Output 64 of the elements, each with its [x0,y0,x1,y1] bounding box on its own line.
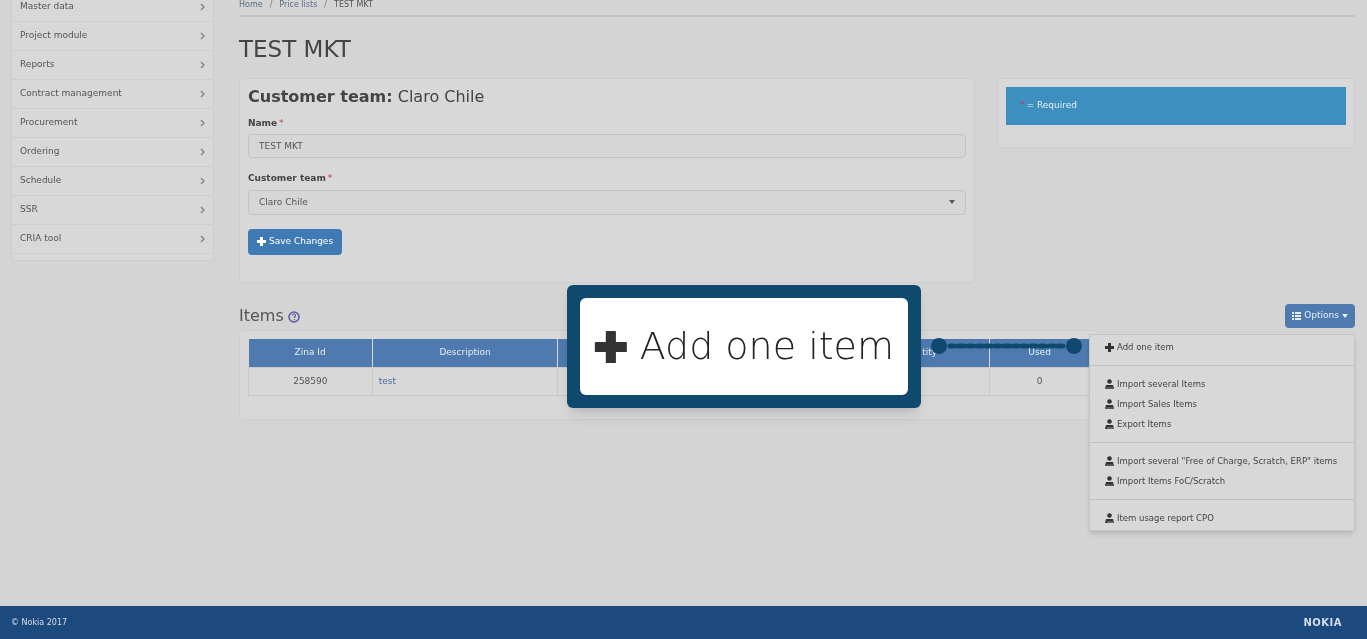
options-button[interactable]: Options [1285,303,1355,328]
chevron-icon [200,177,205,185]
column-header: Description [439,347,491,358]
brand-logo: NOKIA [1303,616,1342,630]
required-asterisk: * [1020,99,1025,112]
plus-icon [1105,342,1114,352]
name-field[interactable]: TEST MKT [248,134,966,159]
person-icon [1105,399,1114,409]
copyright-text: © Nokia 2017 [11,616,68,629]
section-title: Items [239,304,284,327]
chevron-icon [200,61,205,69]
help-icon[interactable] [287,311,300,324]
page-title: TEST MKT [239,35,352,64]
required-asterisk: * [279,116,284,130]
breadcrumb-separator: / [268,0,274,11]
menu-item[interactable]: Import several Items [1090,374,1354,394]
sidebar-item[interactable]: Reports [12,51,213,80]
table-cell: 258590 [293,376,328,386]
card-heading: Customer team: Claro Chile [248,85,486,108]
breadcrumb-link[interactable]: Price lists [279,0,318,11]
list-icon [1292,311,1302,320]
sidebar-item[interactable]: Schedule [12,167,213,196]
plus-icon [257,237,266,247]
save-button[interactable]: Save Changes [248,228,343,255]
breadcrumb-current: TEST MKT [334,0,373,11]
table-cell: 0 [1036,376,1043,386]
field-label: Customer team [248,172,326,186]
menu-item[interactable]: Import several "Free of Charge, Scratch, ERP" items [1090,451,1354,471]
menu-item[interactable]: Add one item [1090,337,1354,357]
person-icon [1105,513,1114,523]
person-icon [1105,476,1114,486]
menu-item[interactable]: Item usage report CPO [1090,508,1354,528]
chevron-icon [200,148,205,156]
description-link[interactable]: test [378,376,396,386]
sidebar-item[interactable]: Project module [12,22,213,51]
sidebar-item[interactable]: Contract management [12,80,213,109]
column-header: Used [1028,347,1051,358]
chevron-icon [200,119,205,127]
chevron-icon [200,32,205,40]
sidebar-item[interactable]: SSR [12,196,213,225]
person-icon [1105,379,1114,389]
menu-item[interactable]: Export Items [1090,414,1354,434]
person-icon [1105,419,1114,429]
column-header: Zina Id [294,347,326,358]
field-label: Name [248,116,278,130]
breadcrumb-link[interactable]: Home [239,0,263,11]
menu-item[interactable]: Import Items FoC/Scratch [1090,471,1354,491]
sidebar-item[interactable]: CRIA tool [12,225,213,254]
sidebar-item[interactable]: Master data [12,0,213,22]
chevron-icon [200,235,205,243]
sidebar-item[interactable]: Procurement [12,109,213,138]
person-icon [1105,456,1114,466]
required-asterisk: * [327,172,333,186]
chevron-icon [200,3,205,11]
chevron-icon [200,90,205,98]
menu-item[interactable]: Import Sales Items [1090,394,1354,414]
team-select[interactable]: Claro Chile [248,189,966,215]
breadcrumb-separator: / [323,0,328,11]
sidebar-item[interactable]: Ordering [12,138,213,167]
required-note: = Required [1026,99,1077,112]
caret-icon [1342,313,1348,318]
callout-label: Add one item [639,323,894,370]
dropdown-arrow-icon [949,200,955,205]
chevron-icon [200,206,205,214]
